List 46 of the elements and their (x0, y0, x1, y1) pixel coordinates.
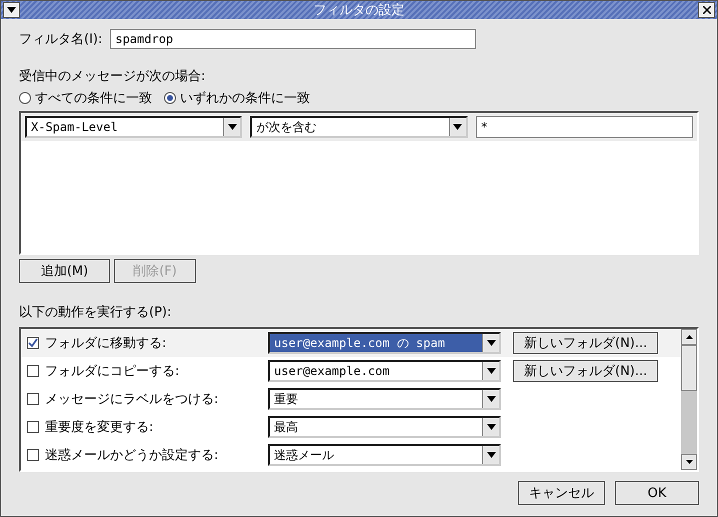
radio-button[interactable] (164, 92, 176, 104)
window-title: フィルタの設定 (314, 2, 404, 19)
radio-button[interactable] (19, 92, 31, 104)
dropdown[interactable]: 迷惑メール (268, 444, 501, 466)
radio-label: すべての条件に一致 (35, 90, 152, 107)
add-button[interactable]: 追加(M) (19, 259, 110, 283)
filter-name-field[interactable]: spamdrop (110, 29, 476, 49)
filter-name-label: フィルタ名(I): (19, 31, 102, 48)
scroll-up-icon[interactable] (686, 335, 692, 339)
caret-icon (486, 340, 496, 346)
dropdown[interactable]: 重要 (268, 388, 501, 410)
action-label: フォルダにコピーする: (45, 363, 180, 380)
caret-icon (486, 368, 496, 374)
new-folder-button[interactable]: 新しいフォルダ(N)... (513, 360, 658, 382)
caret-icon (453, 124, 462, 130)
action-label: フォルダに移動する: (45, 335, 168, 352)
dropdown[interactable]: が次を含む (250, 116, 468, 138)
close-icon (702, 6, 710, 14)
condition-value-field[interactable]: * (476, 116, 693, 138)
action-label: 重要度を変更する: (45, 419, 154, 436)
checkbox[interactable] (27, 449, 39, 461)
dropdown[interactable]: user@example.com の spam (268, 332, 501, 354)
close-button[interactable] (698, 2, 715, 18)
cancel-button[interactable]: キャンセル (518, 481, 605, 505)
caret-icon (486, 424, 496, 430)
caret-icon (486, 452, 496, 458)
scroll-down-icon[interactable] (686, 460, 692, 464)
caret-icon (7, 7, 16, 13)
match-label: 受信中のメッセージが次の場合: (19, 68, 206, 85)
menu-button[interactable] (3, 2, 20, 18)
scrollbar[interactable] (681, 329, 697, 470)
checkbox[interactable] (27, 393, 39, 405)
ok-button[interactable]: OK (615, 481, 699, 505)
new-folder-button[interactable]: 新しいフォルダ(N)... (513, 332, 658, 354)
action-label: メッセージにラベルをつける: (45, 391, 220, 408)
checkbox[interactable] (27, 337, 39, 349)
checkbox[interactable] (27, 421, 39, 433)
checkbox[interactable] (27, 365, 39, 377)
dropdown[interactable]: X-Spam-Level (25, 116, 242, 138)
caret-icon (486, 396, 496, 402)
radio-label: いずれかの条件に一致 (180, 90, 310, 107)
dropdown[interactable]: 最高 (268, 416, 501, 438)
actions-label: 以下の動作を実行する(P): (19, 304, 172, 321)
action-label: 迷惑メールかどうか設定する: (45, 447, 220, 464)
dropdown[interactable]: user@example.com (268, 360, 501, 382)
caret-icon (228, 124, 237, 130)
